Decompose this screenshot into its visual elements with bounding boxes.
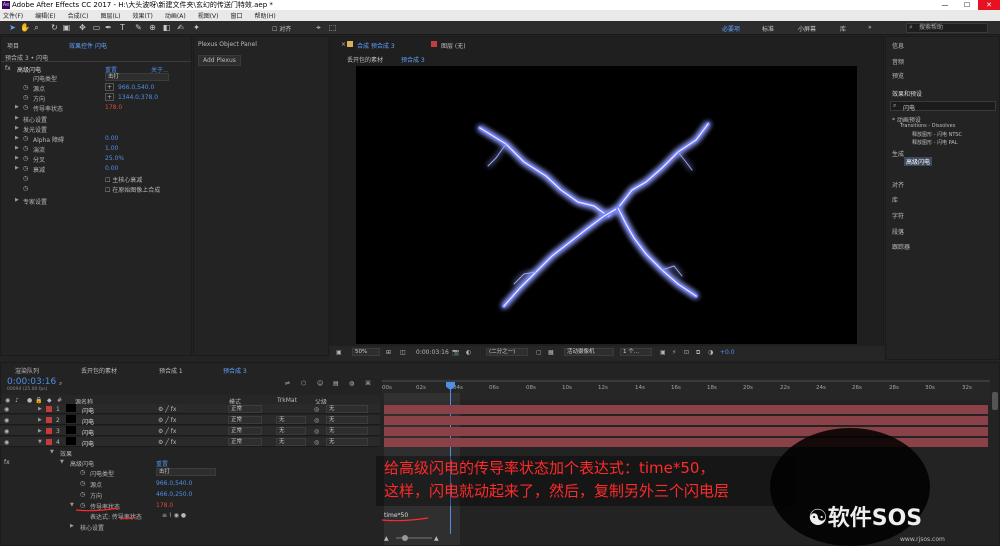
annotation-line-2: 这样，闪电就动起来了，然后，复制另外三个闪电层 [384,482,730,500]
annotation-underline [75,507,119,512]
watermark-url: www.rjsos.com [900,536,945,543]
annotation-box: 给高级闪电的传导率状态加个表达式：time*50， 这样，闪电就动起来了，然后，… [376,456,796,506]
annotation-underline [119,516,137,520]
watermark-swirl-icon: ☯ [808,506,828,531]
annotation-underline [381,517,429,522]
annotation-line-1: 给高级闪电的传导率状态加个表达式：time*50， [384,459,715,477]
watermark-logo: ☯软件SOS [808,506,923,531]
